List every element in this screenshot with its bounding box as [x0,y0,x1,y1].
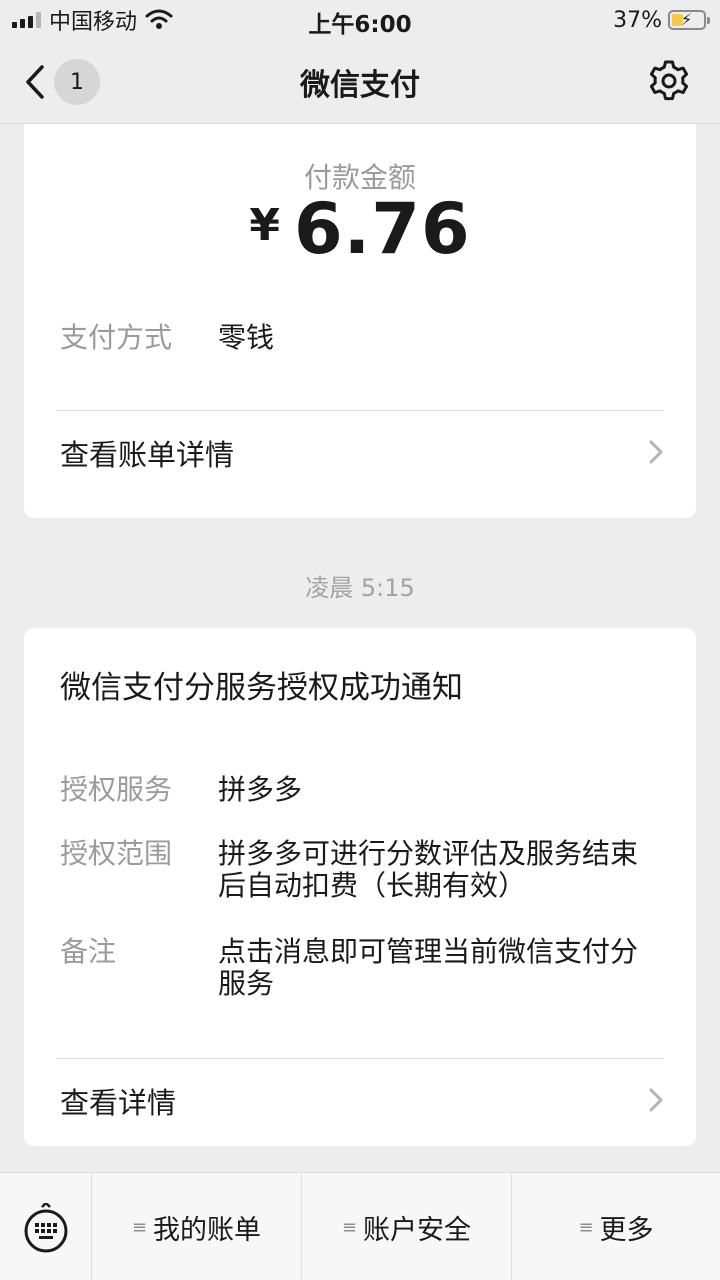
menu-my-bills[interactable]: ≡ 我的账单 [92,1173,302,1280]
view-details-link[interactable]: 查看详情 [60,1080,664,1120]
row-value: 拼多多 [218,773,303,806]
view-details-label: 查看详情 [60,1086,177,1120]
chevron-right-icon [649,1088,663,1112]
payment-amount: 6.76 [293,188,471,270]
menu-account-security[interactable]: ≡ 账户安全 [302,1173,512,1280]
battery-percent: 37% [613,7,662,33]
gear-icon [649,60,689,101]
nav-bar: 1 微信支付 [0,40,720,124]
keyboard-icon [24,1203,68,1253]
keyboard-toggle-button[interactable] [0,1173,92,1280]
divider [56,410,664,411]
view-bill-details-label: 查看账单详情 [60,438,235,472]
status-time: 上午6:00 [308,12,412,38]
view-bill-details-link[interactable]: 查看账单详情 [60,432,664,472]
payment-card[interactable]: 付款金额 ¥6.76 支付方式 零钱 查看账单详情 [24,124,696,518]
menu-lines-icon: ≡ [131,1216,148,1238]
payment-method-label: 支付方式 [60,321,173,354]
chevron-right-icon [649,440,663,464]
menu-more[interactable]: ≡ 更多 [512,1173,720,1280]
message-timestamp: 凌晨 5:15 [305,574,415,602]
amount-row: ¥6.76 [24,188,696,270]
page-title: 微信支付 [300,68,420,103]
status-bar: 中国移动 上午6:00 37% ⚡ [0,0,720,40]
menu-label: 更多 [599,1214,654,1246]
authorization-notice-card[interactable]: 微信支付分服务授权成功通知 授权服务 拼多多 授权范围 拼多多可进行分数评估及服… [24,628,696,1146]
menu-lines-icon: ≡ [578,1216,594,1238]
menu-lines-icon: ≡ [341,1216,358,1238]
row-key: 备注 [60,935,117,968]
menu-label: 我的账单 [153,1214,262,1246]
payment-method-value: 零钱 [218,321,275,354]
bottom-menu: ≡ 我的账单 ≡ 账户安全 ≡ 更多 [0,1172,720,1280]
status-right: 37% ⚡ [613,6,710,34]
row-value: 拼多多可进行分数评估及服务结束后自动扣费（长期有效） [218,837,639,902]
battery-charging-icon: ⚡ [668,10,710,30]
notice-title: 微信支付分服务授权成功通知 [60,670,463,706]
menu-label: 账户安全 [363,1214,472,1246]
row-key: 授权范围 [60,837,173,870]
row-value: 点击消息即可管理当前微信支付分服务 [218,935,639,1000]
row-key: 授权服务 [60,773,173,806]
currency-symbol: ¥ [249,200,280,251]
message-list[interactable]: 付款金额 ¥6.76 支付方式 零钱 查看账单详情 凌晨 5:15 微信支付分服… [0,124,720,1172]
settings-button[interactable] [646,58,692,104]
divider [56,1058,664,1059]
